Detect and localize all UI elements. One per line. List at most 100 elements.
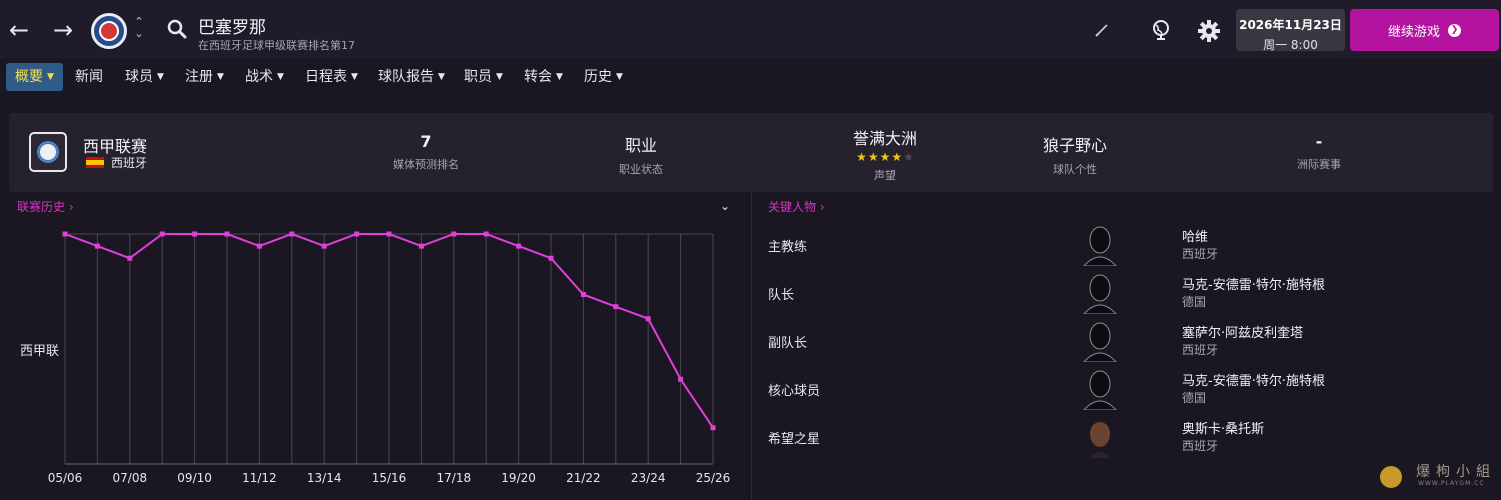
menu-team-report[interactable]: 球队报告 ▼ — [369, 63, 454, 91]
menu-transfers[interactable]: 转会 ▼ — [515, 63, 572, 91]
watermark-logo-icon — [1380, 466, 1402, 488]
reputation-value: 誉满大洲 — [852, 129, 917, 148]
menu-transfers-label: 转会 — [524, 69, 552, 85]
data-point-05/06[interactable] — [62, 231, 68, 237]
menu-staff[interactable]: 职员 ▼ — [455, 63, 512, 91]
data-point-09/10[interactable] — [192, 231, 198, 237]
person-silhouette-icon[interactable] — [1081, 270, 1119, 314]
chart-y-label: 西甲联 — [20, 344, 59, 359]
section-menu-bar: 概要 ▼ 新闻 球员 ▼ 注册 ▼ 战术 ▼ 日程表 ▼ 球队报告 ▼ 职员 ▼ 转会 ▼ 历史… — [0, 58, 1501, 98]
menu-news-label: 新闻 — [75, 69, 103, 85]
data-point-25/26[interactable] — [710, 425, 716, 431]
key-person-role: 主教练 — [768, 240, 808, 255]
data-point-20/21[interactable] — [548, 255, 554, 261]
data-point-14/15[interactable] — [354, 231, 360, 237]
data-point-13/14[interactable] — [321, 243, 327, 249]
menu-history-label: 历史 — [584, 69, 612, 85]
key-person-nationality[interactable]: 德国 — [1182, 389, 1206, 406]
back-arrow-icon[interactable]: ← — [6, 17, 32, 43]
data-point-11/12[interactable] — [256, 243, 262, 249]
chart-grid — [64, 233, 714, 465]
data-point-16/17[interactable] — [418, 243, 424, 249]
forward-arrow-icon[interactable]: → — [50, 17, 76, 43]
key-person-name[interactable]: 哈维 — [1182, 226, 1208, 245]
key-person-role: 队长 — [768, 288, 795, 303]
continue-game-label: 继续游戏 — [1387, 24, 1440, 40]
menu-tactics[interactable]: 战术 ▼ — [236, 63, 293, 91]
reputation-stars: ★ ★ ★ ★ ★ — [805, 151, 965, 164]
competition-info-strip: 西甲联赛 西班牙 7 媒体预测排名 职业 职业状态 誉满大洲 ★ ★ ★ ★ ★… — [9, 113, 1493, 192]
menu-registration[interactable]: 注册 ▼ — [176, 63, 233, 91]
chevron-right-icon: › — [819, 200, 825, 214]
data-point-10/11[interactable] — [224, 231, 230, 237]
menu-news[interactable]: 新闻 — [66, 63, 112, 91]
key-person-name[interactable]: 奥斯卡·桑托斯 — [1182, 418, 1264, 437]
key-person-name[interactable]: 马克-安德雷·特尔·施特根 — [1182, 370, 1325, 389]
data-point-06/07[interactable] — [94, 243, 100, 249]
x-tick-label: 21/22 — [566, 471, 601, 485]
globe-icon[interactable] — [1150, 19, 1172, 41]
game-date-box[interactable]: 2026年11月23日 周一 8:00 — [1236, 9, 1345, 52]
data-point-08/09[interactable] — [159, 231, 165, 237]
club-badge-icon[interactable] — [91, 13, 127, 49]
menu-overview[interactable]: 概要 ▼ — [6, 63, 63, 91]
reputation-stat: 誉满大洲 ★ ★ ★ ★ ★ 声望 — [805, 125, 965, 183]
x-tick-label: 25/26 — [696, 471, 731, 485]
key-person-role: 核心球员 — [768, 384, 821, 399]
status-label: 职业状态 — [619, 163, 663, 176]
data-point-23/24[interactable] — [645, 316, 651, 322]
key-person-name[interactable]: 马克-安德雷·特尔·施特根 — [1182, 274, 1325, 293]
menu-players-label: 球员 — [125, 69, 153, 85]
club-title: 巴塞罗那 — [198, 18, 266, 38]
league-country[interactable]: 西班牙 — [111, 154, 147, 171]
data-point-22/23[interactable] — [613, 304, 619, 310]
search-icon[interactable] — [166, 18, 188, 40]
person-silhouette-icon[interactable] — [1081, 222, 1119, 266]
club-switch-chevrons-icon[interactable]: ⌃ ⌄ — [132, 16, 146, 44]
league-history-link[interactable]: 联赛历史 › — [17, 198, 74, 215]
x-tick-label: 17/18 — [437, 471, 472, 485]
menu-history[interactable]: 历史 ▼ — [575, 63, 632, 91]
data-point-07/08[interactable] — [127, 255, 133, 261]
data-point-17/18[interactable] — [451, 231, 457, 237]
data-point-18/19[interactable] — [483, 231, 489, 237]
data-point-24/25[interactable] — [678, 376, 684, 382]
person-silhouette-icon[interactable] — [1081, 366, 1119, 410]
chevron-down-icon: ▼ — [616, 72, 623, 82]
chevron-down-icon: ▼ — [47, 72, 54, 82]
watermark: 爆枸小組 WWW.PLAYGM.CC — [1378, 460, 1498, 496]
data-point-21/22[interactable] — [580, 292, 586, 298]
key-person-name[interactable]: 塞萨尔·阿兹皮利奎塔 — [1182, 322, 1303, 341]
x-tick-label: 19/20 — [501, 471, 536, 485]
key-person-nationality[interactable]: 西班牙 — [1182, 341, 1218, 358]
menu-schedule[interactable]: 日程表 ▼ — [296, 63, 367, 91]
key-people-link[interactable]: 关键人物 › — [768, 198, 825, 215]
key-person-nationality[interactable]: 西班牙 — [1182, 437, 1218, 454]
star-icon: ★ — [856, 150, 867, 164]
data-point-19/20[interactable] — [516, 243, 522, 249]
data-point-12/13[interactable] — [289, 231, 295, 237]
media-rank-value: 7 — [420, 132, 432, 151]
media-rank-label: 媒体预测排名 — [393, 158, 459, 171]
menu-team-report-label: 球队报告 — [378, 69, 434, 85]
continue-game-button[interactable]: 继续游戏 ❯ — [1350, 9, 1499, 51]
menu-overview-label: 概要 — [15, 69, 43, 85]
person-silhouette-icon[interactable] — [1081, 318, 1119, 362]
menu-players[interactable]: 球员 ▼ — [116, 63, 173, 91]
x-tick-label: 11/12 — [242, 471, 277, 485]
key-person-nationality[interactable]: 德国 — [1182, 293, 1206, 310]
gear-icon[interactable] — [1197, 19, 1221, 43]
league-logo-icon[interactable] — [29, 132, 67, 172]
top-bar: ← → ⌃⌄ 巴塞罗那 在西班牙足球甲级联赛排名第17 2026年11月23日 — [0, 0, 1501, 58]
star-icon: ★ — [879, 150, 891, 164]
collapse-chevron-icon[interactable]: ⌄ — [718, 199, 732, 213]
chevron-right-icon: › — [68, 200, 74, 214]
player-photo[interactable] — [1081, 414, 1119, 458]
menu-tactics-label: 战术 — [245, 69, 273, 85]
pencil-icon[interactable] — [1094, 22, 1110, 38]
club-league-position: 在西班牙足球甲级联赛排名第17 — [198, 39, 355, 52]
key-person-nationality[interactable]: 西班牙 — [1182, 245, 1218, 262]
data-point-15/16[interactable] — [386, 231, 392, 237]
reputation-label: 声望 — [874, 169, 896, 182]
key-person-role: 希望之星 — [768, 432, 821, 447]
